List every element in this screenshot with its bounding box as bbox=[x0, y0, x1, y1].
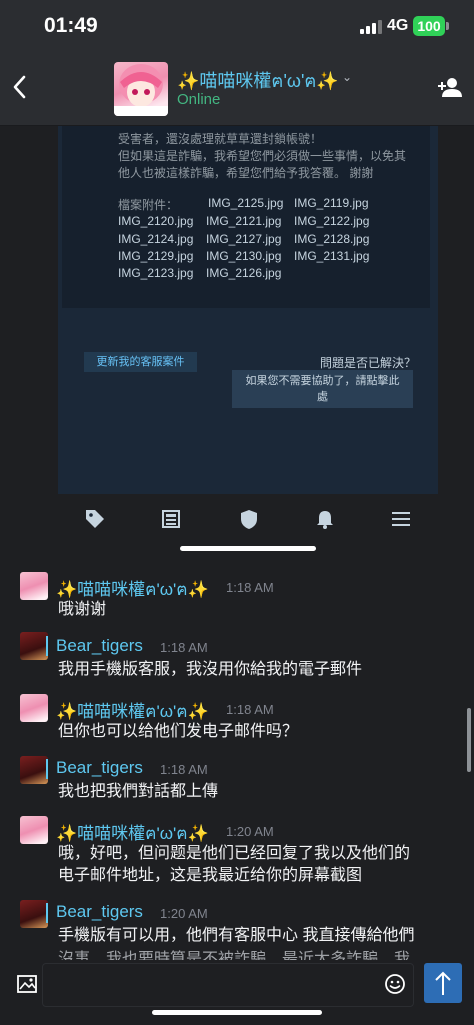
message-author[interactable]: Bear_tigers bbox=[56, 758, 143, 778]
menu-icon bbox=[392, 512, 410, 526]
message-text: 电子邮件地址，这是我最近给你的屏幕截图 bbox=[58, 867, 363, 884]
message-time: 1:18 AM bbox=[160, 640, 208, 655]
attachment-screenshot[interactable]: 受害者，還沒處理就草草還封鎖帳號！ 但如果這是詐騙，我希望您們必須做一些事情，以… bbox=[58, 126, 438, 494]
file-link: IMG_2131.jpg bbox=[294, 249, 370, 263]
arrow-up-icon bbox=[435, 971, 451, 995]
message-text: 但你也可以给他们发电子邮件吗？ bbox=[58, 723, 299, 740]
online-status: Online bbox=[177, 91, 221, 108]
avatar[interactable] bbox=[20, 816, 48, 844]
message-time: 1:18 AM bbox=[226, 702, 274, 717]
message-text: 我也把我們對話都上傳 bbox=[58, 783, 219, 800]
shield-icon bbox=[241, 510, 257, 529]
chat-header: ✨喵喵咪權ฅ'ω'ฅ✨ ⌄ Online bbox=[0, 52, 474, 126]
image-icon[interactable] bbox=[16, 973, 38, 995]
message-time: 1:20 AM bbox=[160, 906, 208, 921]
message-text: 哦谢谢 bbox=[58, 601, 107, 618]
bell-icon bbox=[317, 511, 333, 529]
screenshot-home-indicator bbox=[180, 546, 316, 551]
add-user-icon[interactable] bbox=[438, 76, 462, 98]
chevron-down-icon[interactable]: ⌄ bbox=[342, 70, 352, 84]
message-time: 1:20 AM bbox=[226, 824, 274, 839]
avatar[interactable] bbox=[20, 572, 48, 600]
update-case-button: 更新我的客服案件 bbox=[84, 352, 197, 372]
file-link: IMG_2125.jpg bbox=[208, 196, 284, 210]
avatar[interactable] bbox=[20, 632, 48, 660]
file-link: IMG_2121.jpg bbox=[206, 214, 282, 228]
message-text: 哦，好吧，但问题是他们已经回复了我以及他们的 bbox=[58, 845, 411, 862]
role-indicator bbox=[46, 903, 48, 923]
screenshot-tab-icons bbox=[58, 498, 438, 542]
file-link: IMG_2124.jpg bbox=[118, 232, 194, 246]
file-link: IMG_2129.jpg bbox=[118, 249, 194, 263]
message-composer bbox=[0, 960, 474, 1025]
message-text: 手機版有可以用，他們有客服中心 我直接傳給他們 bbox=[58, 927, 415, 944]
avatar[interactable] bbox=[114, 62, 168, 116]
message-input[interactable] bbox=[42, 963, 414, 1007]
ticket-line: 受害者，還沒處理就草草還封鎖帳號！ bbox=[118, 132, 323, 146]
file-link: IMG_2123.jpg bbox=[118, 266, 194, 280]
role-indicator bbox=[46, 759, 48, 779]
file-link: IMG_2130.jpg bbox=[206, 249, 282, 263]
signal-icon bbox=[360, 20, 382, 34]
news-icon bbox=[162, 510, 180, 528]
file-link: IMG_2127.jpg bbox=[206, 232, 282, 246]
file-link: IMG_2122.jpg bbox=[294, 214, 370, 228]
message-author[interactable]: Bear_tigers bbox=[56, 636, 143, 656]
solved-question: 問題是否已解決？ bbox=[320, 356, 417, 370]
avatar-image bbox=[114, 64, 168, 116]
file-link: IMG_2119.jpg bbox=[294, 196, 369, 210]
file-link: IMG_2128.jpg bbox=[294, 232, 370, 246]
status-bar: 01:49 4G 100 bbox=[0, 0, 474, 52]
message-text: 我用手機版客服，我沒用你給我的電子郵件 bbox=[58, 661, 363, 678]
send-button[interactable] bbox=[424, 963, 462, 1003]
no-help-needed-button: 如果您不需要協助了，請點擊此 處 bbox=[232, 370, 413, 408]
status-time: 01:49 bbox=[44, 14, 98, 37]
file-link: IMG_2126.jpg bbox=[206, 266, 282, 280]
back-icon[interactable] bbox=[10, 72, 30, 102]
scrollbar[interactable] bbox=[467, 708, 471, 772]
avatar[interactable] bbox=[20, 756, 48, 784]
role-indicator bbox=[46, 636, 48, 656]
battery-icon: 100 bbox=[413, 16, 445, 36]
message-author[interactable]: Bear_tigers bbox=[56, 902, 143, 922]
help-button-line: 處 bbox=[317, 391, 328, 403]
help-button-line: 如果您不需要協助了，請點擊此 bbox=[245, 375, 400, 387]
avatar[interactable] bbox=[20, 694, 48, 722]
message-time: 1:18 AM bbox=[160, 762, 208, 777]
avatar[interactable] bbox=[20, 900, 48, 928]
battery-tip bbox=[446, 22, 449, 30]
home-indicator bbox=[152, 1010, 322, 1015]
files-label: 檔案附件： bbox=[118, 198, 179, 212]
tag-icon bbox=[86, 510, 104, 528]
message-time: 1:18 AM bbox=[226, 580, 274, 595]
file-link: IMG_2120.jpg bbox=[118, 214, 194, 228]
ticket-line: 但如果這是詐騙，我希望您們必須做一些事情，以免其 bbox=[118, 149, 407, 163]
emoji-icon[interactable] bbox=[384, 973, 406, 995]
ticket-line: 他人也被這樣詐騙，希望您們給予我答覆。 謝謝 bbox=[118, 166, 374, 180]
network-type: 4G bbox=[387, 17, 409, 34]
